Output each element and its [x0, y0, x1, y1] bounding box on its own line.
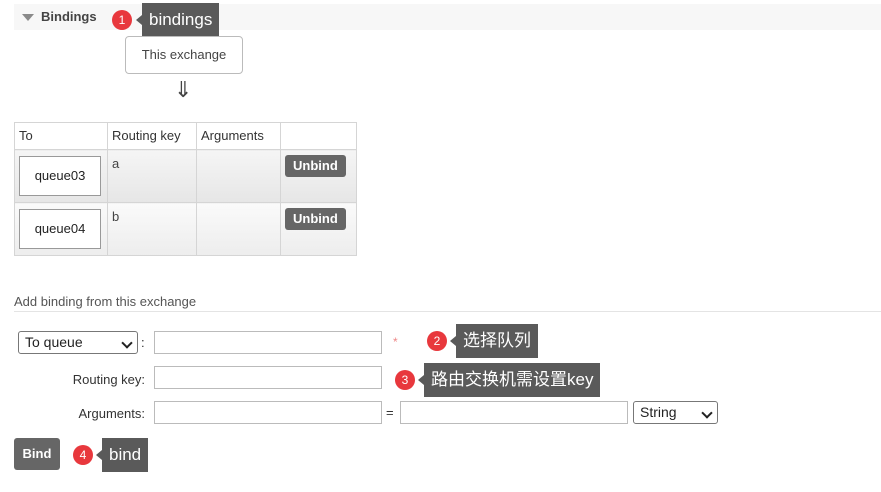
table-row: queue04 b Unbind	[14, 202, 357, 256]
this-exchange-node: This exchange	[125, 36, 243, 74]
chevron-down-icon	[121, 337, 133, 349]
destination-input[interactable]	[154, 331, 382, 354]
chevron-down-icon	[701, 407, 713, 419]
annotation-callout-3: 路由交换机需设置key	[417, 363, 601, 397]
destination-type-select[interactable]: To queue	[18, 331, 138, 354]
queue-link[interactable]: queue03	[19, 156, 101, 196]
column-header-arguments: Arguments	[196, 122, 281, 150]
annotation-badge-4: 4	[73, 445, 93, 465]
table-row: queue03 a Unbind	[14, 149, 357, 203]
section-title: Bindings	[41, 9, 97, 24]
unbind-button[interactable]: Unbind	[285, 208, 346, 230]
queue-link[interactable]: queue04	[19, 209, 101, 249]
routing-key-input[interactable]	[154, 366, 382, 389]
bind-button[interactable]: Bind	[14, 438, 60, 470]
annotation-callout-2: 选择队列	[450, 324, 538, 358]
add-binding-title: Add binding from this exchange	[14, 294, 197, 309]
annotation-badge-2: 2	[427, 331, 447, 351]
column-header-to: To	[14, 122, 108, 150]
annotation-callout-4: bind	[95, 438, 149, 472]
arguments-label: Arguments:	[78, 406, 145, 421]
bindings-table: To Routing key Arguments queue03 a Unbin…	[14, 122, 357, 256]
arguments-cell	[197, 150, 280, 156]
unbind-button[interactable]: Unbind	[285, 155, 346, 177]
arguments-type-value: String	[640, 404, 677, 420]
destination-type-value: To queue	[25, 334, 83, 350]
equals-sign: =	[386, 405, 394, 420]
collapse-triangle-icon[interactable]	[22, 14, 34, 21]
required-marker: *	[393, 335, 398, 349]
annotation-badge-1: 1	[112, 10, 132, 30]
table-header-row: To Routing key Arguments	[14, 122, 357, 150]
destination-colon: :	[141, 335, 145, 350]
column-header-routing-key: Routing key	[107, 122, 197, 150]
arguments-cell	[197, 203, 280, 209]
arguments-type-select[interactable]: String	[633, 401, 718, 424]
annotation-callout-1: bindings	[135, 3, 220, 37]
arguments-key-input[interactable]	[154, 401, 382, 424]
routing-key-label: Routing key:	[72, 372, 145, 387]
routing-key-cell: b	[112, 209, 120, 224]
annotation-badge-3: 3	[395, 370, 415, 390]
down-arrow-icon: ⇓	[174, 77, 193, 102]
column-header-actions	[280, 122, 357, 150]
divider	[14, 311, 881, 312]
routing-key-cell: a	[112, 156, 120, 171]
arguments-value-input[interactable]	[400, 401, 628, 424]
